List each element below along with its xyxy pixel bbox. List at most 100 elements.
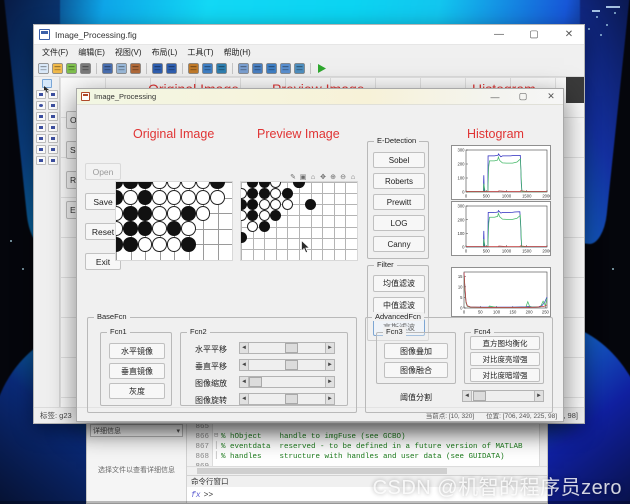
restore-view-icon[interactable]: ⌂: [309, 173, 317, 181]
property-inspector-icon[interactable]: [279, 62, 292, 75]
redo-icon[interactable]: [165, 62, 178, 75]
layout-icon[interactable]: [215, 62, 228, 75]
contrast-dark-button[interactable]: 对比度暗增强: [470, 368, 540, 382]
guide-close-button[interactable]: ✕: [554, 25, 584, 45]
app-titlebar[interactable]: Image_Processing — ▢ ✕: [77, 89, 563, 105]
menu-view[interactable]: 视图(V): [111, 46, 146, 59]
histogram-plot-original[interactable]: 05001000150020000100200300: [451, 145, 551, 200]
slider-tool[interactable]: [47, 90, 58, 99]
canny-button[interactable]: Canny: [373, 236, 425, 252]
details-combo[interactable]: 详细信息 ▾: [90, 424, 183, 437]
new-icon[interactable]: [37, 62, 50, 75]
datatip-icon[interactable]: ▣: [299, 173, 307, 181]
histogram-equalization-button[interactable]: 直方图均衡化: [470, 336, 540, 350]
app-close-button[interactable]: ✕: [539, 89, 563, 105]
menu-file[interactable]: 文件(F): [38, 46, 72, 59]
radio-button-tool[interactable]: [35, 101, 46, 110]
copy-icon[interactable]: [115, 62, 128, 75]
popup-menu-tool[interactable]: [35, 123, 46, 132]
zoom-out-icon[interactable]: ⊖: [339, 173, 347, 181]
slider-track[interactable]: [249, 394, 325, 404]
undo-icon[interactable]: [151, 62, 164, 75]
menu-help[interactable]: 帮助(H): [220, 46, 255, 59]
table-tool[interactable]: [47, 134, 58, 143]
app-maximize-button[interactable]: ▢: [511, 89, 535, 105]
pan-icon[interactable]: ✥: [319, 173, 327, 181]
menu-edit[interactable]: 编辑(E): [74, 46, 109, 59]
vertical-mirror-button[interactable]: 垂直镜像: [109, 363, 165, 379]
slider-left-arrow[interactable]: ◄: [240, 394, 249, 404]
slider-right-arrow[interactable]: ►: [325, 377, 334, 387]
cut-icon[interactable]: [101, 62, 114, 75]
panel-tool[interactable]: [47, 145, 58, 154]
grid-icon[interactable]: [201, 62, 214, 75]
guide-toolbar[interactable]: [34, 60, 584, 77]
log-button[interactable]: LOG: [373, 215, 425, 231]
paste-icon[interactable]: [129, 62, 142, 75]
histogram-plot-normalized[interactable]: 0 50 100 150 200 250 0 5 10 15: [451, 267, 551, 317]
image-processing-app-window[interactable]: Image_Processing — ▢ ✕ Original Image Pr…: [76, 88, 564, 422]
threshold-slider[interactable]: ◄ ►: [462, 390, 544, 402]
vertical-shift-slider[interactable]: ◄ ►: [239, 359, 335, 371]
sobel-button[interactable]: Sobel: [373, 152, 425, 168]
static-text-tool[interactable]: [47, 112, 58, 121]
menu-tools[interactable]: 工具(T): [183, 46, 217, 59]
matlab-editor-window[interactable]: 详细信息 ▾ 选择文件以查看详细信息 865 866 867 868 869 ⊟…: [86, 420, 548, 504]
menu-editor-icon[interactable]: [251, 62, 264, 75]
print-icon[interactable]: [79, 62, 92, 75]
mfile-editor-icon[interactable]: [265, 62, 278, 75]
axes-toolbar[interactable]: ✎ ▣ ⌂ ✥ ⊕ ⊖ ⌂: [289, 173, 357, 182]
contrast-bright-button[interactable]: 对比度亮增强: [470, 352, 540, 366]
original-image-axes[interactable]: [115, 181, 233, 261]
activex-tool[interactable]: [47, 156, 58, 165]
toggle-button-tool[interactable]: [35, 134, 46, 143]
guide-titlebar[interactable]: Image_Processing.fig — ▢ ✕: [34, 25, 584, 45]
object-browser-icon[interactable]: [293, 62, 306, 75]
toolbar-editor-icon[interactable]: [237, 62, 250, 75]
slider-thumb[interactable]: [285, 394, 299, 404]
image-scale-slider[interactable]: ◄ ►: [239, 376, 335, 388]
editor-fold-markers[interactable]: ⊟ │ │: [214, 431, 220, 461]
guide-menubar[interactable]: 文件(F) 编辑(E) 视图(V) 布局(L) 工具(T) 帮助(H): [34, 45, 584, 60]
slider-right-arrow[interactable]: ►: [325, 394, 334, 404]
slider-track[interactable]: [249, 377, 325, 387]
image-rotate-slider[interactable]: ◄ ►: [239, 393, 335, 405]
slider-track[interactable]: [249, 343, 325, 353]
open-icon[interactable]: [51, 62, 64, 75]
slider-track[interactable]: [249, 360, 325, 370]
slider-track[interactable]: [472, 391, 534, 401]
open-button[interactable]: Open: [85, 163, 121, 180]
roberts-button[interactable]: Roberts: [373, 173, 425, 189]
editor-horizontal-scrollbar[interactable]: [187, 466, 547, 475]
slider-right-arrow[interactable]: ►: [325, 343, 334, 353]
scrollbar-thumb[interactable]: [197, 468, 447, 474]
button-group-tool[interactable]: [35, 156, 46, 165]
brush-icon[interactable]: ✎: [289, 173, 297, 181]
align-icon[interactable]: [187, 62, 200, 75]
slider-left-arrow[interactable]: ◄: [463, 391, 472, 401]
slider-right-arrow[interactable]: ►: [325, 360, 334, 370]
horizontal-mirror-button[interactable]: 水平镜像: [109, 343, 165, 359]
menu-layout[interactable]: 布局(L): [148, 46, 182, 59]
slider-left-arrow[interactable]: ◄: [240, 343, 249, 353]
component-palette[interactable]: [34, 77, 60, 407]
editor-vertical-scrollbar[interactable]: [539, 421, 547, 466]
slider-thumb[interactable]: [473, 391, 487, 401]
slider-left-arrow[interactable]: ◄: [240, 360, 249, 370]
editor-code-area[interactable]: 865 866 867 868 869 ⊟││ % hObject handle…: [187, 421, 547, 466]
image-overlay-button[interactable]: 图像叠加: [384, 343, 448, 359]
push-button-tool[interactable]: [35, 90, 46, 99]
guide-maximize-button[interactable]: ▢: [519, 25, 549, 45]
arrow-select-tool[interactable]: [41, 79, 52, 93]
home-icon[interactable]: ⌂: [349, 173, 357, 181]
edit-text-tool[interactable]: [35, 112, 46, 121]
grayscale-button[interactable]: 灰度: [109, 383, 165, 399]
axes-tool[interactable]: [35, 145, 46, 154]
save-icon[interactable]: [65, 62, 78, 75]
guide-minimize-button[interactable]: —: [484, 25, 514, 45]
mean-filter-button[interactable]: 均值滤波: [373, 275, 425, 292]
checkbox-tool[interactable]: [47, 101, 58, 110]
app-minimize-button[interactable]: —: [483, 89, 507, 105]
slider-thumb[interactable]: [285, 360, 299, 370]
slider-thumb[interactable]: [285, 343, 299, 353]
